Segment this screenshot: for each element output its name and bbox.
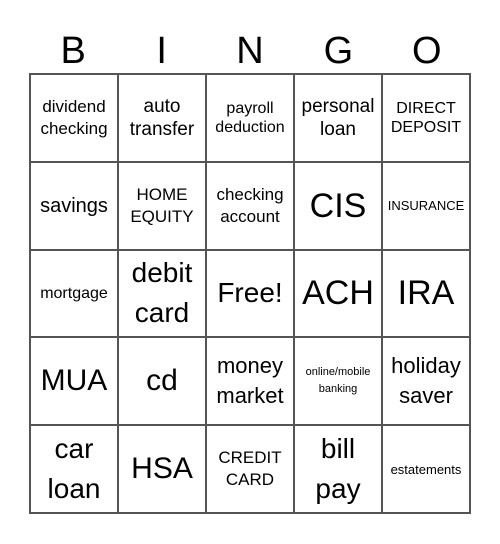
bingo-cell[interactable]: mortgage: [30, 249, 118, 338]
bingo-cell[interactable]: ACH: [294, 249, 382, 338]
bingo-cell[interactable]: INSURANCE: [382, 161, 470, 250]
bingo-cell[interactable]: estatements: [382, 425, 470, 513]
bingo-cell[interactable]: personal loan: [294, 74, 382, 162]
header-letter-b: B: [60, 30, 86, 72]
bingo-grid: dividend checking auto transfer payroll …: [29, 73, 471, 514]
bingo-cell[interactable]: dividend checking: [30, 74, 118, 162]
free-space[interactable]: Free!: [206, 249, 294, 338]
bingo-cell[interactable]: auto transfer: [118, 74, 206, 162]
bingo-cell[interactable]: IRA: [382, 249, 470, 338]
bingo-cell[interactable]: DIRECT DEPOSIT: [382, 74, 470, 162]
bingo-cell[interactable]: holiday saver: [382, 337, 470, 426]
bingo-cell[interactable]: car loan: [30, 425, 118, 513]
bingo-cell[interactable]: HSA: [118, 425, 206, 513]
bingo-cell[interactable]: savings: [30, 161, 118, 250]
bingo-cell[interactable]: debit card: [118, 249, 206, 338]
header-letter-n: N: [236, 30, 264, 72]
bingo-cell[interactable]: HOME EQUITY: [118, 161, 206, 250]
bingo-cell[interactable]: online/mobile banking: [294, 337, 382, 426]
bingo-cell[interactable]: cd: [118, 337, 206, 426]
bingo-cell[interactable]: money market: [206, 337, 294, 426]
bingo-header: B I N G O: [29, 28, 471, 74]
bingo-cell[interactable]: MUA: [30, 337, 118, 426]
bingo-cell[interactable]: CIS: [294, 161, 382, 250]
bingo-cell[interactable]: CREDIT CARD: [206, 425, 294, 513]
bingo-cell[interactable]: bill pay: [294, 425, 382, 513]
bingo-cell[interactable]: checking account: [206, 161, 294, 250]
bingo-cell[interactable]: payroll deduction: [206, 74, 294, 162]
header-letter-g: G: [323, 30, 354, 72]
header-letter-i: I: [156, 30, 167, 72]
header-letter-o: O: [412, 30, 442, 72]
